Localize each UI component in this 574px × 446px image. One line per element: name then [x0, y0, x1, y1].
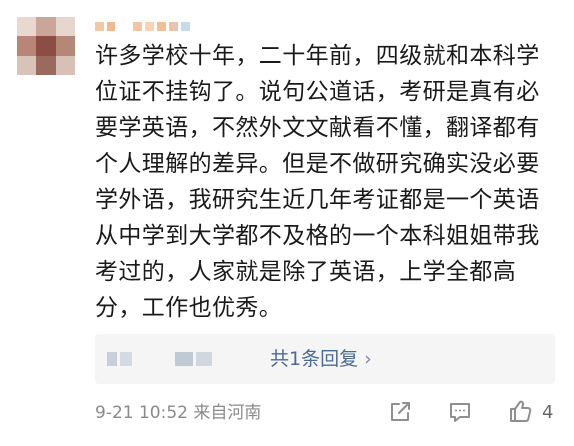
comment-text: 许多学校十年，二十年前，四级就和本科学 位证不挂钩了。说句公道话，考研是真有必 …	[95, 38, 565, 326]
chevron-right-icon: ›	[364, 348, 372, 370]
comment-location: 来自河南	[193, 403, 262, 423]
like-count: 4	[542, 402, 554, 423]
replies-box[interactable]: 共1条回复 ›	[95, 334, 555, 384]
blurred-replier-name	[107, 352, 117, 366]
comment-time: 9-21 10:52	[95, 403, 188, 423]
comment-line: 位证不挂钩了。说句公道话，考研是真有必	[95, 79, 540, 105]
view-replies-label: 共1条回复	[270, 348, 359, 370]
blurred-replier-name	[196, 352, 212, 366]
comment-line: 许多学校十年，二十年前，四级就和本科学	[95, 43, 540, 69]
share-icon[interactable]	[386, 398, 414, 426]
comment-line: 从中学到大学都不及格的一个本科姐姐带我	[95, 223, 540, 249]
comment-icon[interactable]	[446, 398, 474, 426]
comment-card: 许多学校十年，二十年前，四级就和本科学 位证不挂钩了。说句公道话，考研是真有必 …	[0, 0, 574, 446]
blurred-replier-name	[175, 352, 193, 366]
comment-line: 分，工作也优秀。	[95, 295, 283, 321]
comment-meta: 9-21 10:52 来自河南	[95, 402, 261, 424]
comment-line: 个人理解的差异。但是不做研究确实没必要	[95, 151, 540, 177]
avatar[interactable]	[17, 17, 75, 75]
blurred-replier-name	[120, 352, 132, 366]
comment-line: 考过的，人家就是除了英语，上学全都高	[95, 259, 517, 285]
view-replies-link[interactable]: 共1条回复 ›	[270, 346, 372, 372]
comment-line: 学外语，我研究生近几年考证都是一个英语	[95, 187, 540, 213]
username-blurred[interactable]	[95, 14, 190, 38]
thumbs-up-icon[interactable]	[506, 397, 534, 425]
comment-line: 要学英语，不然外文文献看不懂，翻译都有	[95, 115, 540, 141]
